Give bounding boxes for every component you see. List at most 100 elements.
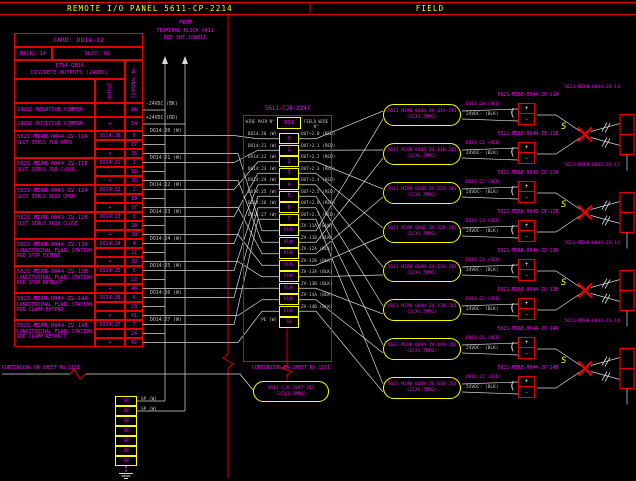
jb-left-wire-label: DO14:21 (W) xyxy=(247,144,277,149)
cable-gland-icon: ( xyxy=(509,106,516,119)
field-wire-blk-label: 24VDC- (BLK) xyxy=(466,229,499,234)
card-type-line1: 1794-OB16 xyxy=(55,63,84,70)
io-service: LONGITUDINAL FLAIL STATION ROD CLAMP EXT… xyxy=(17,303,94,314)
io-neg-terminal-cell: 17 xyxy=(125,140,143,149)
io-plus-cell: + xyxy=(95,203,125,212)
jb-left-wire-label: DO14:24 (W) xyxy=(247,178,277,183)
output-column-header: OUTPUT xyxy=(95,79,125,103)
cable-gland-icon: ( xyxy=(509,145,516,158)
spare-terminal-box: SP xyxy=(115,426,137,436)
common-desc-cell: 24VDC POSITIVE COMMON xyxy=(14,117,95,131)
jb-vplus-box: V14+ xyxy=(279,271,299,282)
solenoid-minus-terminal: - xyxy=(519,270,534,280)
panel-wire-label: DO14:20 (W) xyxy=(150,129,182,134)
cable-oval: 5621-MZAB-0043-ZV-12B-J11 (2CX1.5MM2) xyxy=(383,221,461,243)
jb-shield-box: SH xyxy=(279,317,299,328)
solenoid-minus-terminal: - xyxy=(519,192,534,202)
jb-cable-size: (2CX1.5MM2) xyxy=(276,392,306,398)
io-tag: 5621-MZAB-0043-ZV-12B xyxy=(17,214,88,222)
panel-wire-label: DO14:21 (W) xyxy=(150,156,182,161)
common-wire-label: -24VDC (BK) xyxy=(146,102,178,107)
spare-terminal-box: SP xyxy=(115,446,137,456)
io-terminal-cell: 7 xyxy=(125,320,143,329)
cable-oval: 5621-MZAB-0044-ZV-14B-J11 (2CX1.5MM2) xyxy=(383,377,461,399)
jb-cable-oval: 5611-CJB-2247-J11 (2CX1.5MM2) xyxy=(253,381,329,402)
io-desc-cell: 5621-MZAB-0043-ZV-12B SLOT SEALS 9&10 CL… xyxy=(14,212,95,239)
field-wire-red-label: DO14:22 (RED) xyxy=(466,180,501,185)
io-plus-cell: + xyxy=(95,338,125,347)
io-desc-cell: 5621-MZAB-0044-ZV-14B LONGITUDINAL FLAIL… xyxy=(14,320,95,347)
io-pos-terminal-cell: 36 xyxy=(125,176,143,185)
cable-size: (2CX1.5MM2) xyxy=(407,310,437,316)
solenoid-plus-terminal: + xyxy=(519,143,534,153)
field-wire-red-label: DO14:20 (RED) xyxy=(466,102,501,107)
cable-gland-icon: ( xyxy=(509,301,516,314)
cable-oval: 5621-MZAB-0044-ZV-13B-J11 (2CX1.5MM2) xyxy=(383,299,461,321)
from-note-line1: FROM xyxy=(140,20,230,28)
wire xyxy=(537,291,585,311)
io-pos-terminal-cell: 38 xyxy=(125,230,143,239)
continuation-note-center: CONTINUING ON SHEET No.1151 xyxy=(230,366,352,371)
solenoid-terminal-box: + - xyxy=(518,220,535,242)
jb-vplus-wire-label: ZV-14B (BLK) xyxy=(301,305,335,310)
jb-header-left: WIRE PAIR N° xyxy=(244,119,276,124)
jb-terminal-box: 4 xyxy=(279,179,299,190)
io-neg-terminal-cell: 19 xyxy=(125,194,143,203)
cable-size: (2CX1.5MM2) xyxy=(407,388,437,394)
io-minus-cell: - xyxy=(95,329,125,338)
io-minus-cell: - xyxy=(95,221,125,230)
jb-vplus-box: V14+ xyxy=(279,283,299,294)
io-pos-terminal-cell: 40 xyxy=(125,284,143,293)
io-plus-cell: + xyxy=(95,311,125,320)
io-service: SLOT SEALS 7&8 CLOSE xyxy=(17,168,94,173)
terminal-column-header: TERMINAL Nr. xyxy=(125,60,143,103)
cable-gland-icon: ( xyxy=(509,262,516,275)
solenoid-terminal-box: + - xyxy=(518,142,535,164)
io-tag: 5621-MZAB-0044-ZV-14A xyxy=(17,295,88,303)
jb-terminal-box: 5 xyxy=(279,191,299,202)
jb-terminal-box: 7 xyxy=(279,214,299,225)
wire xyxy=(591,372,620,380)
io-terminal-cell: 2 xyxy=(125,185,143,194)
cable-size: (2CX1.5MM2) xyxy=(407,349,437,355)
arrow-up-icon xyxy=(162,56,168,64)
jb-header-right: FIELD WIRE N° xyxy=(301,119,331,129)
jb-terminal-box: 3 xyxy=(279,168,299,179)
io-neg-terminal-cell: 23 xyxy=(125,302,143,311)
field-wire-blk-label: 24VDC- (BLK) xyxy=(466,112,499,117)
spare-terminal-box: SP xyxy=(115,436,137,446)
solenoid-terminal-box: + - xyxy=(518,376,535,398)
solenoid-tag: 5621-MZAB-0044-ZV-14A xyxy=(478,327,578,332)
io-desc-cell: 5621-MZAB-0044-ZV-14A LONGITUDINAL FLAIL… xyxy=(14,293,95,320)
io-minus-cell: - xyxy=(95,167,125,176)
common-desc-cell: 24VDC NEGATIVE COMMON xyxy=(14,103,95,117)
field-wire-blk-label: 24VDC- (BLK) xyxy=(466,346,499,351)
drawing-canvas: REMOTE I/O PANEL 5611-CP-2214 FIELD CARD… xyxy=(0,0,636,481)
jb-left-wire-label: DO14:22 (W) xyxy=(247,155,277,160)
field-wire-blk-label: 24VDC- (BLK) xyxy=(466,268,499,273)
solenoid-terminal-box: + - xyxy=(518,259,535,281)
io-service: SLOT SEALS 9&10 OPEN xyxy=(17,195,94,200)
io-desc-cell: 5621-MZAB-0044-ZV-13B LONGITUDINAL FLAIL… xyxy=(14,266,95,293)
io-tag: 5621-MZAB-0044-ZV-11A xyxy=(17,133,88,141)
common-sign-cell: - xyxy=(95,103,125,117)
jb-left-wire-label: DO14:25 (W) xyxy=(247,190,277,195)
solenoid-plus-terminal: + xyxy=(519,221,534,231)
io-service: LONGITUDINAL FLAIL STATION ROD CLAMP RET… xyxy=(17,330,94,341)
cable-gland-icon: ( xyxy=(509,340,516,353)
valve-tag: 5621-MZAB-0044-ZV-13 xyxy=(548,241,636,246)
jb-vplus-wire-label: ZV-11B (BLK) xyxy=(301,236,335,241)
wire xyxy=(462,275,518,277)
jb-terminal-box: 2 xyxy=(279,156,299,167)
field-wire-red-label: DO14:27 (RED) xyxy=(466,375,501,380)
common-terminal-cell: 34 xyxy=(125,117,143,131)
jb-right-wire-label: OUT+2.5 (RED) xyxy=(301,190,335,195)
spare-wire-label: SP (W) xyxy=(141,397,157,402)
solenoid-plus-terminal: + xyxy=(519,182,534,192)
io-minus-cell: - xyxy=(95,248,125,257)
io-pos-terminal-cell: 35 xyxy=(125,149,143,158)
io-terminal-cell: 6 xyxy=(125,293,143,302)
field-wire-red-label: DO14:25 (RED) xyxy=(466,297,501,302)
io-neg-terminal-cell: 18 xyxy=(125,167,143,176)
jb-vplus-wire-label: ZV-11A (BLK) xyxy=(301,224,335,229)
